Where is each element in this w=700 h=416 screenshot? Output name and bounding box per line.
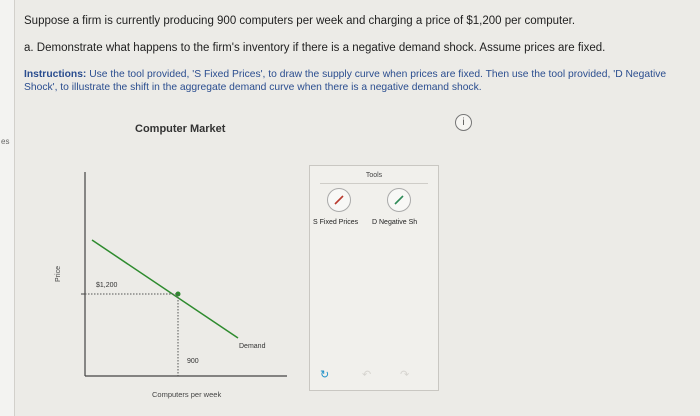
- tools-panel: Tools S Fixed Prices D Negative Sh ↻ ↶ ↷: [309, 165, 439, 391]
- quantity-label: 900: [187, 358, 199, 365]
- s-fixed-prices-tool-button[interactable]: [327, 188, 351, 212]
- pencil-icon: [334, 195, 344, 205]
- price-label: $1,200: [96, 282, 118, 289]
- pencil-icon: [394, 195, 404, 205]
- page: es Suppose a firm is currently producing…: [0, 0, 700, 416]
- reset-icon[interactable]: ↻: [320, 368, 329, 381]
- undo-icon[interactable]: ↶: [362, 368, 371, 381]
- x-axis-label: Computers per week: [152, 390, 221, 399]
- y-axis-label: Price: [55, 266, 62, 282]
- tool-label-s-fixed-prices: S Fixed Prices: [313, 219, 359, 226]
- tools-title: Tools: [365, 172, 383, 179]
- demand-label: Demand: [239, 343, 266, 350]
- demand-curve[interactable]: [91, 239, 239, 339]
- tool-label-d-negative-shock: D Negative Sh: [372, 219, 418, 226]
- d-negative-shock-tool-button[interactable]: [387, 188, 411, 212]
- redo-icon[interactable]: ↷: [400, 368, 409, 381]
- tools-divider: [320, 183, 428, 184]
